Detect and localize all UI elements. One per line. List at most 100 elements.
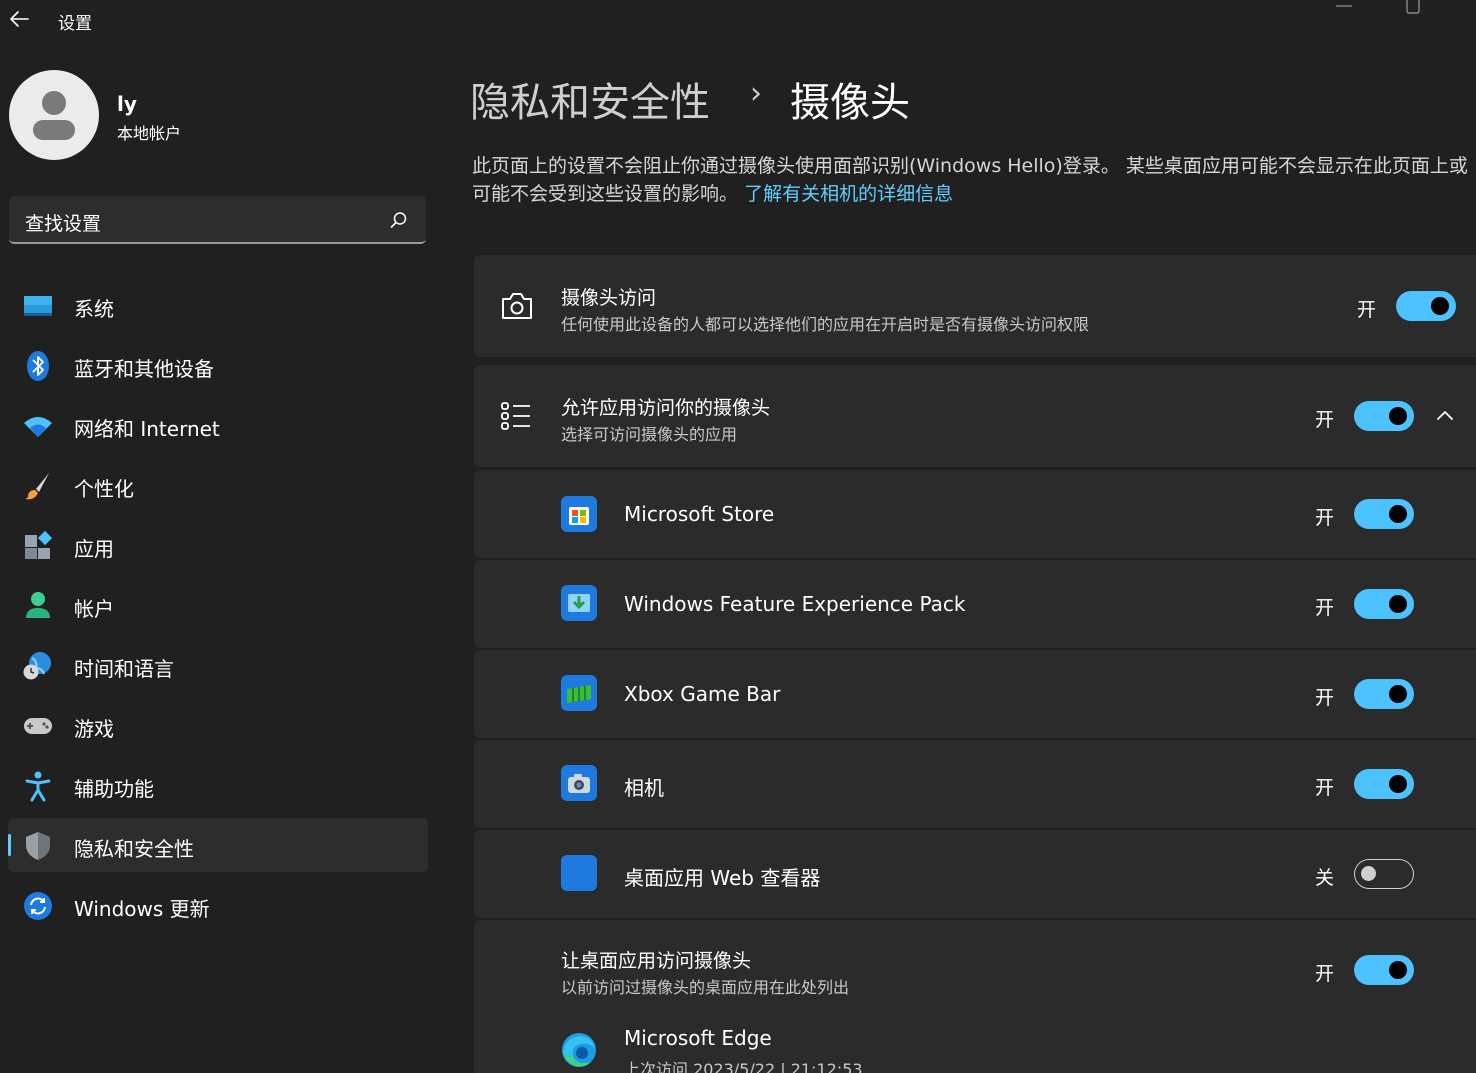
app-row: Xbox Game Bar 开 — [474, 650, 1476, 738]
breadcrumb-parent[interactable]: 隐私和安全性 — [470, 70, 710, 128]
camera-access-title: 摄像头访问 — [561, 287, 657, 309]
back-arrow-icon[interactable] — [8, 8, 30, 30]
app-name: Microsoft Edge — [624, 1026, 772, 1050]
feature-pack-icon — [561, 585, 597, 621]
web-viewer-icon — [561, 855, 597, 891]
toggle-knob — [1431, 297, 1449, 315]
app-name: 桌面应用 Web 查看器 — [624, 866, 821, 890]
sidebar-item-bluetooth[interactable]: 蓝牙和其他设备 — [8, 338, 428, 392]
toggle-knob — [1389, 407, 1407, 425]
maximize-icon[interactable] — [1406, 0, 1420, 14]
main-content: 隐私和安全性 › 摄像头 此页面上的设置不会阻止你通过摄像头使用面部识别(Win… — [440, 40, 1476, 1073]
last-access-text: 上次访问 2023/5/22 | 21:12:53 — [624, 1060, 863, 1073]
learn-more-link[interactable]: 了解有关相机的详细信息 — [744, 183, 953, 205]
app-toggle[interactable] — [1354, 499, 1414, 529]
person-icon — [26, 592, 50, 618]
account-type: 本地帐户 — [117, 124, 182, 143]
sidebar-item-gaming[interactable]: 游戏 — [8, 698, 428, 752]
sidebar-item-label: 隐私和安全性 — [74, 837, 194, 861]
sidebar-item-label: 帐户 — [74, 597, 114, 621]
sidebar-item-privacy[interactable]: 隐私和安全性 — [8, 818, 428, 872]
monitor-icon — [24, 296, 52, 316]
camera-icon — [502, 293, 532, 319]
sidebar-item-label: 应用 — [74, 537, 114, 561]
app-toggle[interactable] — [1354, 679, 1414, 709]
sidebar-item-system[interactable]: 系统 — [8, 278, 428, 332]
user-icon — [33, 91, 75, 140]
camera-access-card: 摄像头访问 任何使用此设备的人都可以选择他们的应用在开启时是否有摄像头访问权限 … — [474, 255, 1476, 357]
accessibility-icon — [25, 771, 51, 802]
app-row: 桌面应用 Web 查看器 关 — [474, 830, 1476, 918]
desktop-access-state: 开 — [1315, 963, 1335, 985]
sidebar-item-accessibility[interactable]: 辅助功能 — [8, 758, 428, 812]
sidebar-item-label: 游戏 — [74, 717, 114, 741]
sidebar-item-personalization[interactable]: 个性化 — [8, 458, 428, 512]
search-icon[interactable] — [390, 211, 408, 229]
refresh-icon — [24, 892, 52, 920]
camera-app-icon — [561, 765, 597, 801]
sidebar-item-time-language[interactable]: 时间和语言 — [8, 638, 428, 692]
chevron-up-icon[interactable] — [1434, 405, 1456, 427]
app-access-state: 开 — [1315, 409, 1335, 431]
toggle-knob — [1389, 961, 1407, 979]
app-access-title: 允许应用访问你的摄像头 — [561, 397, 771, 419]
gamepad-icon — [24, 718, 52, 734]
sidebar-item-label: 个性化 — [74, 477, 134, 501]
app-toggle[interactable] — [1354, 859, 1414, 889]
app-toggle[interactable] — [1354, 769, 1414, 799]
minimize-icon[interactable] — [1336, 0, 1352, 14]
app-state: 开 — [1315, 777, 1335, 799]
sidebar-item-windows-update[interactable]: Windows 更新 — [8, 878, 428, 932]
avatar[interactable] — [9, 70, 99, 160]
chevron-right-icon: › — [750, 76, 762, 111]
app-title: 设置 — [58, 14, 92, 34]
search-placeholder: 查找设置 — [25, 213, 102, 235]
toggle-knob — [1389, 775, 1407, 793]
sidebar-item-accounts[interactable]: 帐户 — [8, 578, 428, 632]
app-access-card[interactable]: 允许应用访问你的摄像头 选择可访问摄像头的应用 开 — [474, 365, 1476, 467]
sidebar-item-label: 蓝牙和其他设备 — [74, 357, 214, 381]
app-toggle[interactable] — [1354, 589, 1414, 619]
app-name: Xbox Game Bar — [624, 682, 781, 706]
sidebar-item-label: 系统 — [74, 297, 114, 321]
page-description: 此页面上的设置不会阻止你通过摄像头使用面部识别(Windows Hello)登录… — [472, 152, 1476, 208]
sidebar-item-apps[interactable]: 应用 — [8, 518, 428, 572]
desktop-access-card: 让桌面应用访问摄像头 以前访问过摄像头的桌面应用在此处列出 开 Microsof… — [474, 920, 1476, 1073]
app-access-toggle[interactable] — [1354, 401, 1414, 431]
toggle-knob — [1389, 685, 1407, 703]
shield-icon — [26, 832, 50, 860]
app-state: 开 — [1315, 597, 1335, 619]
title-bar: 设置 — [0, 0, 1476, 40]
active-indicator — [8, 834, 11, 856]
bluetooth-icon — [27, 351, 49, 381]
app-state: 关 — [1315, 867, 1335, 889]
desktop-access-title: 让桌面应用访问摄像头 — [561, 950, 752, 972]
nav-list: 系统 蓝牙和其他设备 网络和 Internet 个性化 应用 帐户 时间和语言 … — [8, 278, 428, 938]
desktop-access-toggle[interactable] — [1354, 955, 1414, 985]
paintbrush-icon — [25, 473, 49, 500]
page-title: 摄像头 — [790, 80, 910, 126]
toggle-knob — [1389, 595, 1407, 613]
wifi-icon — [24, 417, 52, 437]
app-row: Microsoft Store 开 — [474, 470, 1476, 558]
sidebar-item-label: 时间和语言 — [74, 657, 174, 681]
toggle-knob — [1389, 505, 1407, 523]
camera-access-state: 开 — [1357, 299, 1377, 321]
sidebar-item-label: 辅助功能 — [74, 777, 154, 801]
camera-access-toggle[interactable] — [1396, 291, 1456, 321]
search-input[interactable]: 查找设置 — [9, 196, 426, 244]
camera-access-subtitle: 任何使用此设备的人都可以选择他们的应用在开启时是否有摄像头访问权限 — [561, 315, 1090, 334]
app-access-subtitle: 选择可访问摄像头的应用 — [561, 425, 738, 444]
sidebar-item-label: 网络和 Internet — [74, 417, 220, 441]
edge-icon — [562, 1033, 596, 1067]
xbox-game-bar-icon — [561, 675, 597, 711]
toggle-knob — [1361, 866, 1376, 881]
app-row: 相机 开 — [474, 740, 1476, 828]
sidebar: ly 本地帐户 查找设置 系统 蓝牙和其他设备 网络和 Internet 个性化… — [0, 40, 440, 1073]
user-name: ly — [117, 92, 137, 116]
app-name: Windows Feature Experience Pack — [624, 592, 966, 616]
sidebar-item-network[interactable]: 网络和 Internet — [8, 398, 428, 452]
app-state: 开 — [1315, 507, 1335, 529]
apps-icon — [25, 530, 53, 559]
microsoft-store-icon — [561, 496, 597, 532]
